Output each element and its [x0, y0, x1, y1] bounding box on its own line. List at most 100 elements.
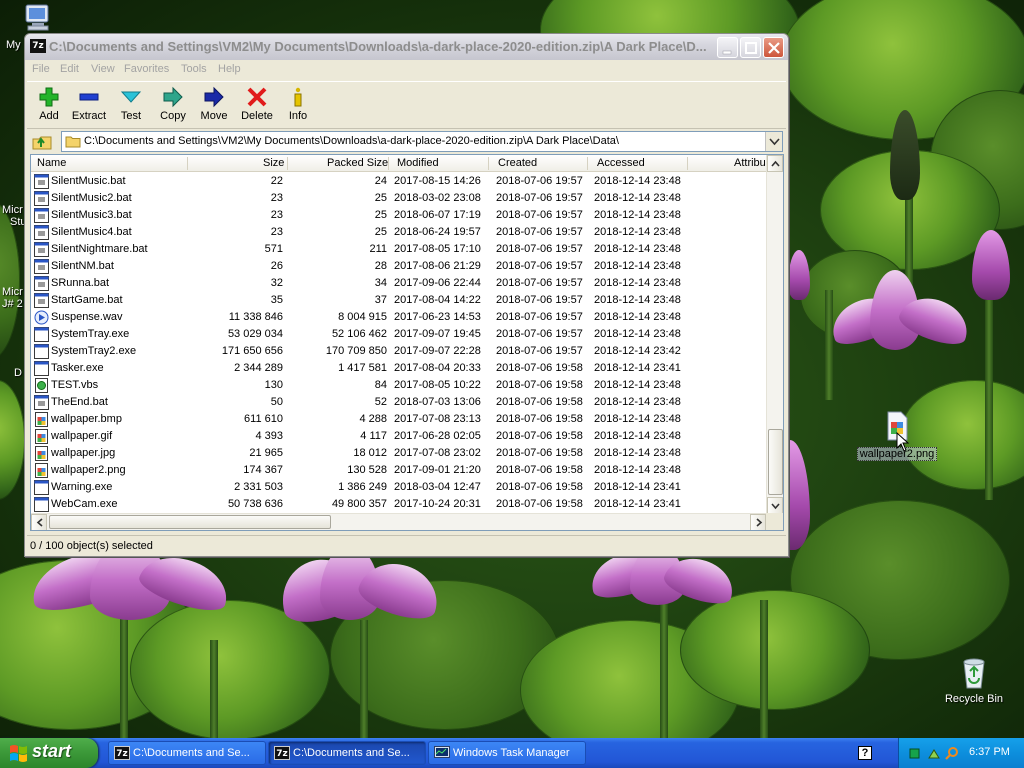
menu-help[interactable]: Help [218, 63, 241, 75]
file-row[interactable]: SystemTray2.exe 171 650 656 170 709 850 201… [31, 343, 767, 360]
file-row[interactable]: Suspense.wav 11 338 846 8 004 915 2017-06-2… [31, 309, 767, 326]
desktop-label-micr-1[interactable]: Micr [2, 204, 23, 216]
extract-label: Extract [71, 110, 107, 122]
file-row[interactable]: SilentNightmare.bat 571 211 2017-08-05 17:1… [31, 241, 767, 258]
scroll-down-button[interactable] [767, 497, 783, 514]
file-size: 23 [270, 209, 283, 221]
desktop-label-d[interactable]: D [14, 367, 22, 379]
recycle-bin-shortcut[interactable]: Recycle Bin [938, 656, 1010, 705]
file-row[interactable]: SilentMusic2.bat 23 25 2018-03-02 23:08 2018… [31, 190, 767, 207]
close-button[interactable] [763, 37, 784, 58]
file-created: 2018-07-06 19:58 [496, 430, 583, 442]
taskbar-item-7zip-2[interactable]: 7z C:\Documents and Se... [268, 741, 426, 765]
file-packed-size: 49 800 357 [331, 498, 387, 510]
info-button[interactable]: Info [276, 84, 320, 126]
file-size: 50 738 636 [227, 498, 283, 510]
file-row[interactable]: Warning.exe 2 331 503 1 386 249 2018-03-04 … [31, 479, 767, 496]
move-button[interactable]: Move [192, 84, 236, 126]
executable-file-icon [34, 480, 49, 495]
vertical-scrollbar[interactable] [766, 155, 783, 514]
file-name: SilentMusic4.bat [51, 226, 132, 238]
search-icon[interactable] [945, 746, 959, 760]
address-dropdown-button[interactable] [765, 132, 782, 151]
file-created: 2018-07-06 19:57 [496, 192, 583, 204]
extract-button[interactable]: Extract [67, 84, 111, 126]
taskbar-item-7zip-1[interactable]: 7z C:\Documents and Se... [108, 741, 266, 765]
file-created: 2018-07-06 19:58 [496, 464, 583, 476]
column-accessed[interactable]: Accessed [597, 157, 645, 169]
my-computer-icon[interactable] [22, 2, 54, 32]
window-title: C:\Documents and Settings\VM2\My Documen… [49, 39, 707, 54]
maximize-button[interactable] [740, 37, 761, 58]
menu-tools[interactable]: Tools [181, 63, 207, 75]
clock[interactable]: 6:37 PM [969, 746, 1010, 758]
file-created: 2018-07-06 19:58 [496, 498, 583, 510]
column-modified[interactable]: Modified [397, 157, 439, 169]
desktop-label-j2[interactable]: J# 2 [2, 298, 23, 310]
batch-file-icon [34, 276, 49, 291]
file-row[interactable]: WebCam.exe 50 738 636 49 800 357 2017-10-24… [31, 496, 767, 513]
menu-favorites[interactable]: Favorites [124, 63, 169, 75]
taskbar-item-task-manager[interactable]: Windows Task Manager [428, 741, 586, 765]
horizontal-scrollbar[interactable] [31, 513, 767, 530]
network-icon[interactable] [909, 746, 923, 760]
column-packed-size[interactable]: Packed Size [327, 157, 388, 169]
file-row[interactable]: TEST.vbs 130 84 2017-08-05 10:22 2018-07-06 … [31, 377, 767, 394]
start-button[interactable]: start [0, 738, 98, 768]
address-path[interactable]: C:\Documents and Settings\VM2\My Documen… [84, 135, 619, 147]
file-accessed: 2018-12-14 23:42 [594, 345, 681, 357]
file-packed-size: 34 [374, 277, 387, 289]
vertical-scroll-thumb[interactable] [768, 429, 783, 495]
menu-edit[interactable]: Edit [60, 63, 79, 75]
scroll-right-button[interactable] [750, 514, 766, 530]
file-packed-size: 18 012 [353, 447, 387, 459]
up-folder-button[interactable] [29, 131, 57, 152]
column-size[interactable]: Size [263, 157, 284, 169]
file-row[interactable]: SilentMusic4.bat 23 25 2018-06-24 19:57 2018… [31, 224, 767, 241]
scroll-left-button[interactable] [31, 514, 47, 530]
menu-file[interactable]: File [32, 63, 50, 75]
file-size: 11 338 846 [228, 311, 283, 323]
file-size: 171 650 656 [221, 345, 283, 357]
desktop-label-micr-2[interactable]: Micr [2, 286, 23, 298]
file-row[interactable]: SilentNM.bat 26 28 2017-08-06 21:29 2018-07-… [31, 258, 767, 275]
column-name[interactable]: Name [37, 157, 66, 169]
file-row[interactable]: TheEnd.bat 50 52 2018-07-03 13:06 2018-07-06… [31, 394, 767, 411]
test-button[interactable]: Test [109, 84, 153, 126]
minimize-button[interactable] [717, 37, 738, 58]
scroll-up-button[interactable] [767, 155, 783, 172]
title-bar[interactable]: 7z C:\Documents and Settings\VM2\My Docu… [25, 34, 788, 60]
test-icon [120, 91, 142, 103]
file-row[interactable]: SilentMusic3.bat 23 25 2018-06-07 17:19 2018… [31, 207, 767, 224]
file-row[interactable]: wallpaper2.png 174 367 130 528 2017-09-01 2… [31, 462, 767, 479]
file-created: 2018-07-06 19:58 [496, 413, 583, 425]
file-row[interactable]: StartGame.bat 35 37 2017-08-04 14:22 2018-07… [31, 292, 767, 309]
safely-remove-hardware-icon[interactable] [927, 746, 941, 760]
file-row[interactable]: Tasker.exe 2 344 289 1 417 581 2017-08-04 2… [31, 360, 767, 377]
file-size: 53 029 034 [227, 328, 283, 340]
column-attributes[interactable]: Attribu [734, 157, 766, 169]
file-row[interactable]: wallpaper.jpg 21 965 18 012 2017-07-08 23:0… [31, 445, 767, 462]
delete-button[interactable]: Delete [235, 84, 279, 126]
column-created[interactable]: Created [498, 157, 537, 169]
file-row[interactable]: SystemTray.exe 53 029 034 52 106 462 2017-0… [31, 326, 767, 343]
close-icon [768, 42, 780, 54]
file-row[interactable]: wallpaper.bmp 611 610 4 288 2017-07-08 23:1… [31, 411, 767, 428]
file-packed-size: 52 106 462 [331, 328, 387, 340]
file-row[interactable]: SRunna.bat 32 34 2017-09-06 22:44 2018-07-06… [31, 275, 767, 292]
menu-view[interactable]: View [91, 63, 115, 75]
add-button[interactable]: Add [27, 84, 71, 126]
horizontal-scroll-thumb[interactable] [49, 515, 331, 529]
copy-button[interactable]: Copy [151, 84, 195, 126]
folder-icon [65, 136, 81, 148]
desktop-label-my[interactable]: My [6, 39, 21, 51]
file-created: 2018-07-06 19:58 [496, 447, 583, 459]
file-row[interactable]: wallpaper.gif 4 393 4 117 2017-06-28 02:05 2… [31, 428, 767, 445]
help-tray-icon[interactable]: ? [858, 746, 872, 760]
file-row[interactable]: SilentMusic.bat 22 24 2017-08-15 14:26 2018-… [31, 173, 767, 190]
batch-file-icon [34, 395, 49, 410]
file-accessed: 2018-12-14 23:48 [594, 226, 681, 238]
address-combo[interactable]: C:\Documents and Settings\VM2\My Documen… [61, 131, 783, 152]
file-accessed: 2018-12-14 23:48 [594, 277, 681, 289]
test-label: Test [120, 110, 142, 122]
